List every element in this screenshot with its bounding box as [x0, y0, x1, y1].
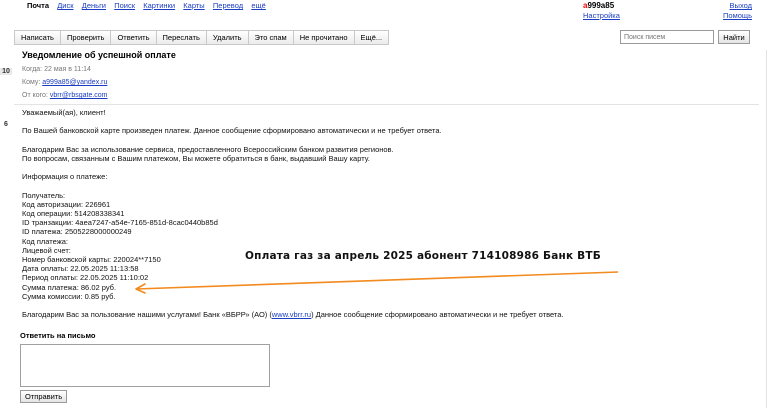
from-address-link[interactable]: vbrr@rbsgate.com	[50, 92, 108, 99]
nav-money[interactable]: Деньги	[82, 1, 106, 10]
payment-detail: Период оплаты: 22.05.2025 11:10:02	[22, 273, 149, 283]
payment-detail: ID платежа: 2505228000000249	[22, 227, 132, 237]
delete-button[interactable]: Удалить	[206, 31, 249, 44]
nav-search[interactable]: Поиск	[114, 1, 135, 10]
body-paragraph: Благодарим Вас за использование сервиса,…	[22, 144, 394, 154]
date-label: Когда:	[22, 66, 43, 73]
check-mail-button[interactable]: Проверить	[60, 31, 112, 44]
send-button[interactable]: Отправить	[20, 390, 68, 403]
header-divider	[14, 104, 759, 105]
mark-unread-button[interactable]: Не прочитано	[293, 31, 355, 44]
settings-link[interactable]: Настройка	[583, 11, 620, 20]
nav-mail[interactable]: Почта	[27, 1, 49, 10]
payment-detail: ID транзакции: 4aea7247-a54e-7165-851d-8…	[22, 218, 218, 228]
greeting: Уважаемый(ая), клиент!	[22, 108, 106, 117]
payment-info-title: Информация о платеже:	[22, 172, 108, 182]
payment-detail: Код платежа:	[22, 236, 68, 246]
thanks-suffix: ) Данное сообщение сформировано автомати…	[311, 310, 564, 320]
toolbar-buttons: Написать Проверить Ответить Переслать Уд…	[14, 30, 390, 45]
logout-link[interactable]: Выход	[723, 1, 752, 10]
nav-maps[interactable]: Карты	[183, 1, 204, 10]
thanks-line: Благодарим Вас за пользование нашими усл…	[22, 310, 762, 319]
payment-detail: Сумма комиссии: 0.85 руб.	[22, 291, 116, 301]
date-marker[interactable]: 6	[0, 121, 12, 128]
payment-detail: Код авторизации: 226961	[22, 199, 111, 209]
nav-images[interactable]: Картинки	[143, 1, 175, 10]
annotation-text: Оплата газ за апрель 2025 абонент 714108…	[245, 250, 601, 262]
bank-website-link[interactable]: www.vbrr.ru	[272, 310, 311, 319]
message-date: Когда: 22 мая в 11:14	[22, 66, 91, 73]
payment-amount: Сумма платежа: 86.02 руб.	[22, 282, 117, 292]
payment-detail: Получатель:	[22, 190, 66, 200]
left-rail: 10 6	[0, 60, 12, 408]
body-paragraph: По Вашей банковской карте произведен пла…	[22, 126, 442, 136]
spam-button[interactable]: Это спам	[248, 31, 294, 44]
mail-toolbar: Написать Проверить Ответить Переслать Уд…	[14, 30, 754, 47]
service-links: Почта Диск Деньги Поиск Картинки Карты П…	[27, 1, 272, 10]
forward-button[interactable]: Переслать	[156, 31, 207, 44]
thanks-prefix: Благодарим Вас за пользование нашими усл…	[22, 310, 272, 320]
date-value: 22 мая в 11:14	[44, 66, 91, 73]
message-to: Кому: a999a85@yandex.ru	[22, 79, 107, 86]
right-border	[766, 50, 767, 408]
user-block: a999a85 Настройка	[583, 1, 620, 20]
more-button[interactable]: Ещё...	[354, 31, 389, 44]
reply-button[interactable]: Ответить	[111, 31, 157, 44]
user-login[interactable]: a999a85	[583, 1, 614, 10]
nav-translate[interactable]: Перевод	[213, 1, 243, 10]
reply-title: Ответить на письмо	[20, 331, 96, 340]
top-navigation: Почта Диск Деньги Поиск Картинки Карты П…	[0, 0, 768, 24]
search-box: Найти	[620, 30, 750, 44]
search-input[interactable]	[620, 30, 714, 44]
message-from: От кого: vbrr@rbsgate.com	[22, 92, 108, 99]
search-button[interactable]: Найти	[718, 30, 750, 44]
account-links: Выход Помощь	[723, 1, 752, 21]
message-body: Уважаемый(ая), клиент! По Вашей банковск…	[22, 108, 762, 319]
from-label: От кого:	[22, 92, 48, 99]
to-label: Кому:	[22, 79, 41, 86]
compose-button[interactable]: Написать	[15, 31, 61, 44]
date-marker[interactable]: 10	[0, 68, 12, 75]
help-link[interactable]: Помощь	[723, 11, 752, 20]
payment-detail: Дата оплаты: 22.05.2025 11:13:58	[22, 264, 139, 274]
nav-disk[interactable]: Диск	[57, 1, 73, 10]
payment-detail: Код операции: 514208338341	[22, 209, 125, 219]
user-login-rest: 999a85	[587, 1, 615, 10]
nav-more[interactable]: ещё	[251, 1, 266, 10]
body-paragraph: По вопросам, связанным с Вашим платежом,…	[22, 153, 370, 163]
message-subject: Уведомление об успешной оплате	[22, 50, 176, 60]
reply-textarea[interactable]	[20, 344, 270, 387]
to-address-link[interactable]: a999a85@yandex.ru	[42, 79, 107, 86]
reply-section: Ответить на письмо Отправить	[20, 331, 320, 403]
